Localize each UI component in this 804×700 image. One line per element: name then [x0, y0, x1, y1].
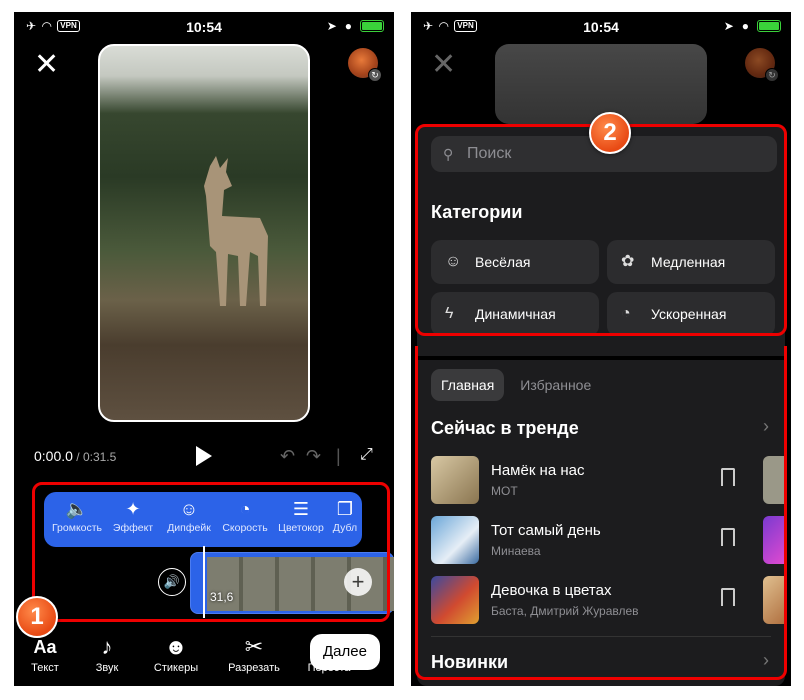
step-badge: 2 [589, 112, 631, 154]
play-button[interactable] [196, 446, 212, 466]
status-bar: ✈ ◠ VPN 10:54 ➤ ● [14, 12, 394, 42]
highlight-frame [415, 346, 787, 680]
video-preview[interactable] [98, 44, 310, 422]
nav-label: Текст [31, 662, 59, 674]
avatar[interactable]: ↻ [348, 48, 382, 82]
close-icon[interactable]: ✕ [431, 50, 456, 80]
nav-stickers[interactable]: ☻ Стикеры [138, 632, 214, 686]
person-icon: ● [344, 19, 352, 33]
battery-icon [360, 20, 384, 32]
text-icon: Aa [33, 637, 57, 657]
undo-icon[interactable]: ↶ [280, 446, 295, 467]
music-note-icon: ♪ [101, 634, 113, 659]
redo-icon[interactable]: ↷ [306, 446, 321, 467]
sync-icon: ↻ [368, 68, 382, 82]
person-icon: ● [741, 19, 749, 33]
status-bar: ✈ ◠ VPN 10:54 ➤ ● [411, 12, 791, 42]
deer-image [204, 156, 268, 306]
nav-label: Стикеры [153, 662, 199, 674]
status-right: ➤ ● [327, 19, 384, 33]
expand-icon[interactable]: ⤢ [360, 446, 373, 464]
sync-icon: ↻ [765, 68, 779, 82]
avatar[interactable]: ↻ [745, 48, 779, 82]
battery-icon [757, 20, 781, 32]
next-button[interactable]: Далее [310, 634, 380, 670]
nav-label: Разрезать [228, 662, 280, 674]
close-icon[interactable]: ✕ [34, 50, 59, 80]
current-time: 0:00 [34, 448, 62, 464]
nav-text[interactable]: Aa Текст [14, 632, 76, 686]
location-icon: ➤ [723, 19, 734, 33]
total-time: / 0:31.5 [72, 450, 117, 464]
scissors-icon: ✂ [244, 634, 264, 659]
nav-label: Звук [95, 662, 119, 674]
divider: | [336, 446, 341, 466]
current-time-fraction: .0 [61, 448, 73, 464]
video-editor-screen: ✈ ◠ VPN 10:54 ➤ ● ✕ ↻ 0:00.0 / 0:31.5 ↶ … [14, 12, 394, 686]
video-preview-dimmed [495, 44, 707, 124]
highlight-frame [415, 124, 787, 336]
playback-time: 0:00.0 / 0:31.5 [34, 448, 116, 464]
sticker-icon: ☻ [164, 634, 188, 659]
location-icon: ➤ [326, 19, 337, 33]
nav-cut[interactable]: ✂ Разрезать [214, 632, 294, 686]
music-picker-screen: ✈ ◠ VPN 10:54 ➤ ● ✕ ↻ ⚲ Поиск Категории … [411, 12, 791, 686]
nav-sound[interactable]: ♪ Звук [76, 632, 138, 686]
status-right: ➤ ● [724, 19, 781, 33]
highlight-frame [32, 482, 390, 622]
